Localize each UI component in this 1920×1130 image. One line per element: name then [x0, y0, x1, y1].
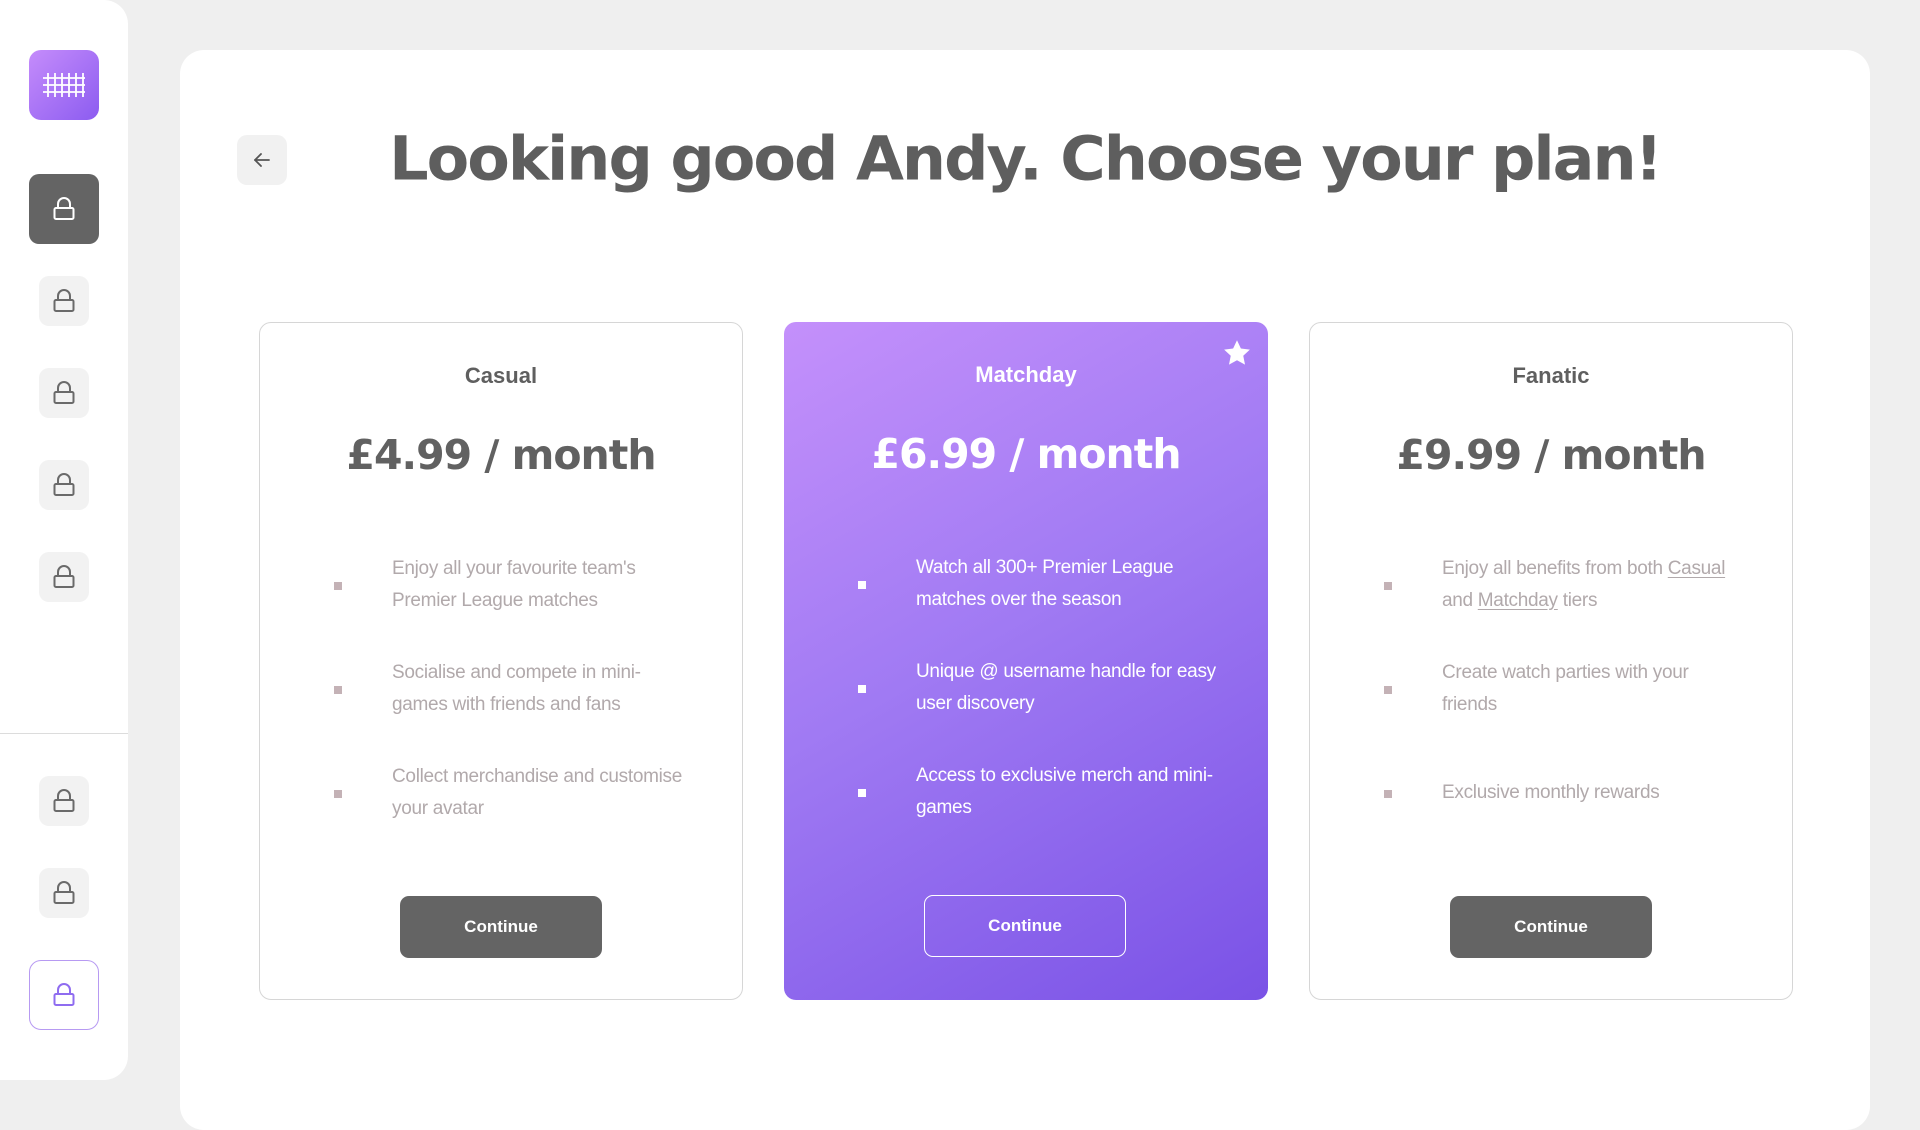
bullet-icon: [1384, 582, 1392, 590]
plan-price: £6.99 / month: [871, 430, 1181, 478]
feature-item: Unique @ username handle for easy user d…: [784, 656, 1268, 720]
feature-text: Enjoy all benefits from both Casual and …: [1442, 553, 1742, 617]
plan-name: Matchday: [975, 362, 1077, 387]
lock-icon: [53, 473, 75, 496]
feature-text: Collect merchandise and customise your a…: [392, 766, 683, 819]
feature-item: Collect merchandise and customise your a…: [260, 761, 742, 825]
feature-text: Enjoy all your favourite team's Premier …: [392, 558, 636, 611]
feature-item: Access to exclusive merch and mini-games: [784, 760, 1268, 824]
feature-text: Socialise and compete in mini-games with…: [392, 662, 641, 715]
feature-text: Unique @ username handle for easy user d…: [916, 661, 1216, 714]
bullet-icon: [334, 686, 342, 694]
feature-item: Enjoy all your favourite team's Premier …: [260, 553, 742, 617]
bullet-icon: [1384, 790, 1392, 798]
bullet-icon: [334, 582, 342, 590]
feature-text-part: tiers: [1557, 590, 1598, 611]
sidebar-bottom-item-2[interactable]: [39, 868, 89, 918]
matchday-link[interactable]: Matchday: [1478, 590, 1558, 611]
continue-button-matchday[interactable]: Continue: [924, 895, 1126, 957]
continue-button-fanatic[interactable]: Continue: [1450, 896, 1652, 958]
sidebar-item-5[interactable]: [39, 552, 89, 602]
feature-text-part: and: [1442, 590, 1478, 611]
lock-icon: [53, 197, 75, 220]
continue-button-casual[interactable]: Continue: [400, 896, 602, 958]
page-title: Looking good Andy. Choose your plan!: [389, 122, 1663, 195]
feature-item: Socialise and compete in mini-games with…: [260, 657, 742, 721]
sidebar-divider: [0, 733, 128, 734]
lock-icon: [53, 881, 75, 904]
plan-price: £4.99 / month: [346, 431, 656, 479]
sidebar-item-2[interactable]: [39, 276, 89, 326]
plan-card-casual: Casual £4.99 / month Enjoy all your favo…: [259, 322, 743, 1000]
plan-name: Casual: [464, 363, 538, 388]
feature-text: Create watch parties with your friends: [1442, 662, 1689, 715]
plan-name: Fanatic: [1512, 363, 1590, 388]
lock-icon: [53, 789, 75, 812]
sidebar: [0, 0, 128, 1080]
feature-text: Exclusive monthly rewards: [1442, 782, 1660, 803]
feature-text: Access to exclusive merch and mini-games: [916, 765, 1213, 818]
feature-item: Enjoy all benefits from both Casual and …: [1310, 553, 1792, 617]
lock-icon: [53, 565, 75, 588]
lock-icon: [53, 381, 75, 404]
plan-selection-panel: Looking good Andy. Choose your plan! Cas…: [180, 50, 1870, 1130]
lock-icon: [53, 983, 75, 1006]
sidebar-bottom-item-3[interactable]: [29, 960, 99, 1030]
sidebar-item-3[interactable]: [39, 368, 89, 418]
app-logo[interactable]: [29, 50, 99, 120]
plan-card-fanatic: Fanatic £9.99 / month Enjoy all benefits…: [1309, 322, 1793, 1000]
bullet-icon: [858, 789, 866, 797]
sidebar-bottom-item-1[interactable]: [39, 776, 89, 826]
feature-text: Watch all 300+ Premier League matches ov…: [916, 557, 1174, 610]
casual-link[interactable]: Casual: [1668, 558, 1726, 579]
bullet-icon: [858, 581, 866, 589]
plan-price: £9.99 / month: [1396, 431, 1706, 479]
bullet-icon: [1384, 686, 1392, 694]
plan-card-matchday: Matchday £6.99 / month Watch all 300+ Pr…: [784, 322, 1268, 1000]
sidebar-item-4[interactable]: [39, 460, 89, 510]
feature-item: Exclusive monthly rewards: [1310, 761, 1792, 825]
sidebar-item-1[interactable]: [29, 174, 99, 244]
bullet-icon: [858, 685, 866, 693]
lock-icon: [53, 289, 75, 312]
feature-text-part: Enjoy all benefits from both: [1442, 558, 1668, 579]
grid-icon: [43, 73, 85, 97]
feature-item: Watch all 300+ Premier League matches ov…: [784, 552, 1268, 616]
bullet-icon: [334, 790, 342, 798]
feature-item: Create watch parties with your friends: [1310, 657, 1792, 721]
